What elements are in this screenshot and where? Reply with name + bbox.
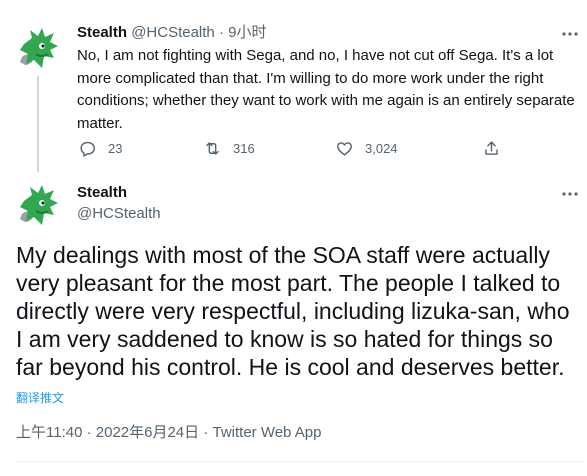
handle[interactable]: @HCStealth [77, 205, 161, 222]
share-icon [485, 140, 498, 155]
share-button[interactable] [482, 136, 501, 160]
translate-tweet-link[interactable]: 翻译推文 [16, 389, 64, 406]
reply-tweet-header: Stealth @HCStealth · 9小时 [77, 23, 266, 43]
like-button[interactable]: 3,024 [335, 136, 398, 160]
avatar[interactable] [14, 24, 62, 72]
more-options-icon[interactable] [560, 184, 580, 204]
thread-line [37, 76, 39, 172]
reply-button[interactable]: 23 [78, 136, 122, 160]
main-tweet-text: My dealings with most of the SOA staff w… [16, 242, 570, 380]
like-count: 3,024 [365, 140, 398, 156]
retweet-count: 316 [233, 140, 255, 156]
main-tweet-display-name-row: Stealth [77, 183, 127, 203]
green-creature-avatar-icon [14, 181, 62, 229]
divider [16, 461, 582, 462]
avatar[interactable] [14, 181, 62, 229]
reply-icon [80, 141, 95, 157]
heart-icon [337, 141, 352, 156]
retweet-icon [206, 141, 219, 155]
retweet-button[interactable]: 316 [203, 136, 255, 160]
time-ago[interactable]: 9小时 [228, 24, 266, 41]
reply-count: 23 [108, 140, 123, 156]
green-creature-avatar-icon [14, 24, 62, 72]
more-options-icon[interactable] [560, 24, 580, 44]
display-name[interactable]: Stealth [77, 184, 127, 201]
reply-tweet-actions: 23 316 3,024 [78, 136, 508, 160]
separator: · [218, 24, 224, 41]
handle[interactable]: @HCStealth [131, 24, 215, 41]
reply-tweet-text: No, I am not fighting with Sega, and no,… [77, 47, 575, 132]
tweet-timestamp[interactable]: 上午11:40 · 2022年6月24日 · Twitter Web App [16, 421, 321, 442]
main-tweet-handle-row: @HCStealth [77, 204, 161, 224]
display-name[interactable]: Stealth [77, 24, 127, 41]
